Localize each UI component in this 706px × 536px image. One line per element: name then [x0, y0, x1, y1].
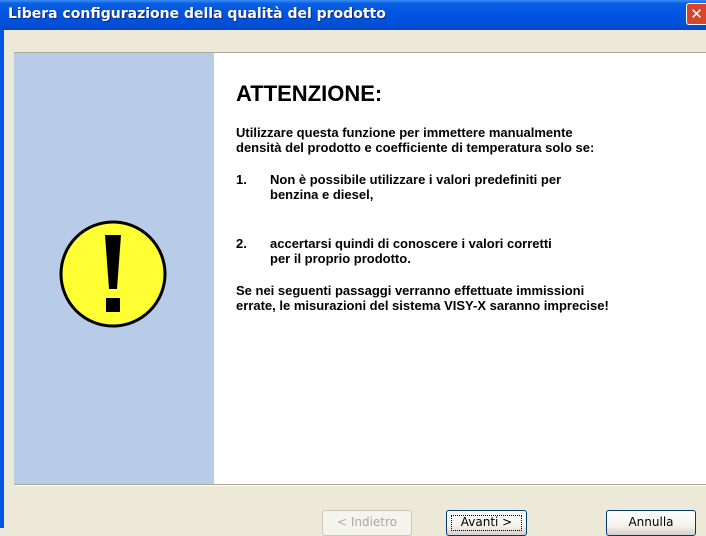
list-item-line: accertarsi quindi di conoscere i valori …	[270, 236, 552, 251]
warning-line: errate, le misurazioni del sistema VISY-…	[236, 298, 609, 313]
close-button[interactable]: ✕	[686, 3, 706, 25]
intro-line: Utilizzare questa funzione per immettere…	[236, 125, 573, 140]
cancel-button-label: Annulla	[628, 515, 674, 529]
list-item-2: 2. accertarsi quindi di conoscere i valo…	[236, 236, 702, 266]
back-button[interactable]: < Indietro	[322, 510, 412, 536]
cancel-button[interactable]: Annulla	[606, 510, 696, 536]
warning-text: Se nei seguenti passaggi verranno effett…	[236, 283, 702, 313]
list-item-1: 1. Non è possibile utilizzare i valori p…	[236, 172, 702, 202]
wizard-side-panel	[14, 53, 214, 485]
warning-exclamation-icon	[59, 220, 167, 328]
list-item-line: benzina e diesel,	[270, 187, 374, 202]
list-item-number: 2.	[236, 236, 247, 251]
wizard-message: ATTENZIONE: Utilizzare questa funzione p…	[236, 81, 702, 330]
intro-line: densità del prodotto e coefficiente di t…	[236, 140, 595, 155]
list-item-line: per il proprio prodotto.	[270, 251, 411, 266]
close-icon: ✕	[690, 5, 703, 23]
wizard-window: Libera configurazione della qualità del …	[0, 0, 706, 536]
warning-line: Se nei seguenti passaggi verranno effett…	[236, 283, 585, 298]
wizard-page: ATTENZIONE: Utilizzare questa funzione p…	[14, 52, 706, 485]
title-bar[interactable]: Libera configurazione della qualità del …	[0, 0, 706, 30]
next-button-label: Avanti >	[460, 515, 513, 529]
back-button-label: < Indietro	[336, 515, 398, 529]
page-heading: ATTENZIONE:	[236, 81, 383, 106]
list-item-number: 1.	[236, 172, 247, 187]
window-title: Libera configurazione della qualità del …	[8, 6, 386, 22]
button-separator	[14, 484, 706, 486]
next-button[interactable]: Avanti >	[446, 510, 527, 536]
dialog-client-area: ATTENZIONE: Utilizzare questa funzione p…	[4, 30, 706, 536]
list-item-line: Non è possibile utilizzare i valori pred…	[270, 172, 562, 187]
intro-text: Utilizzare questa funzione per immettere…	[236, 125, 702, 155]
